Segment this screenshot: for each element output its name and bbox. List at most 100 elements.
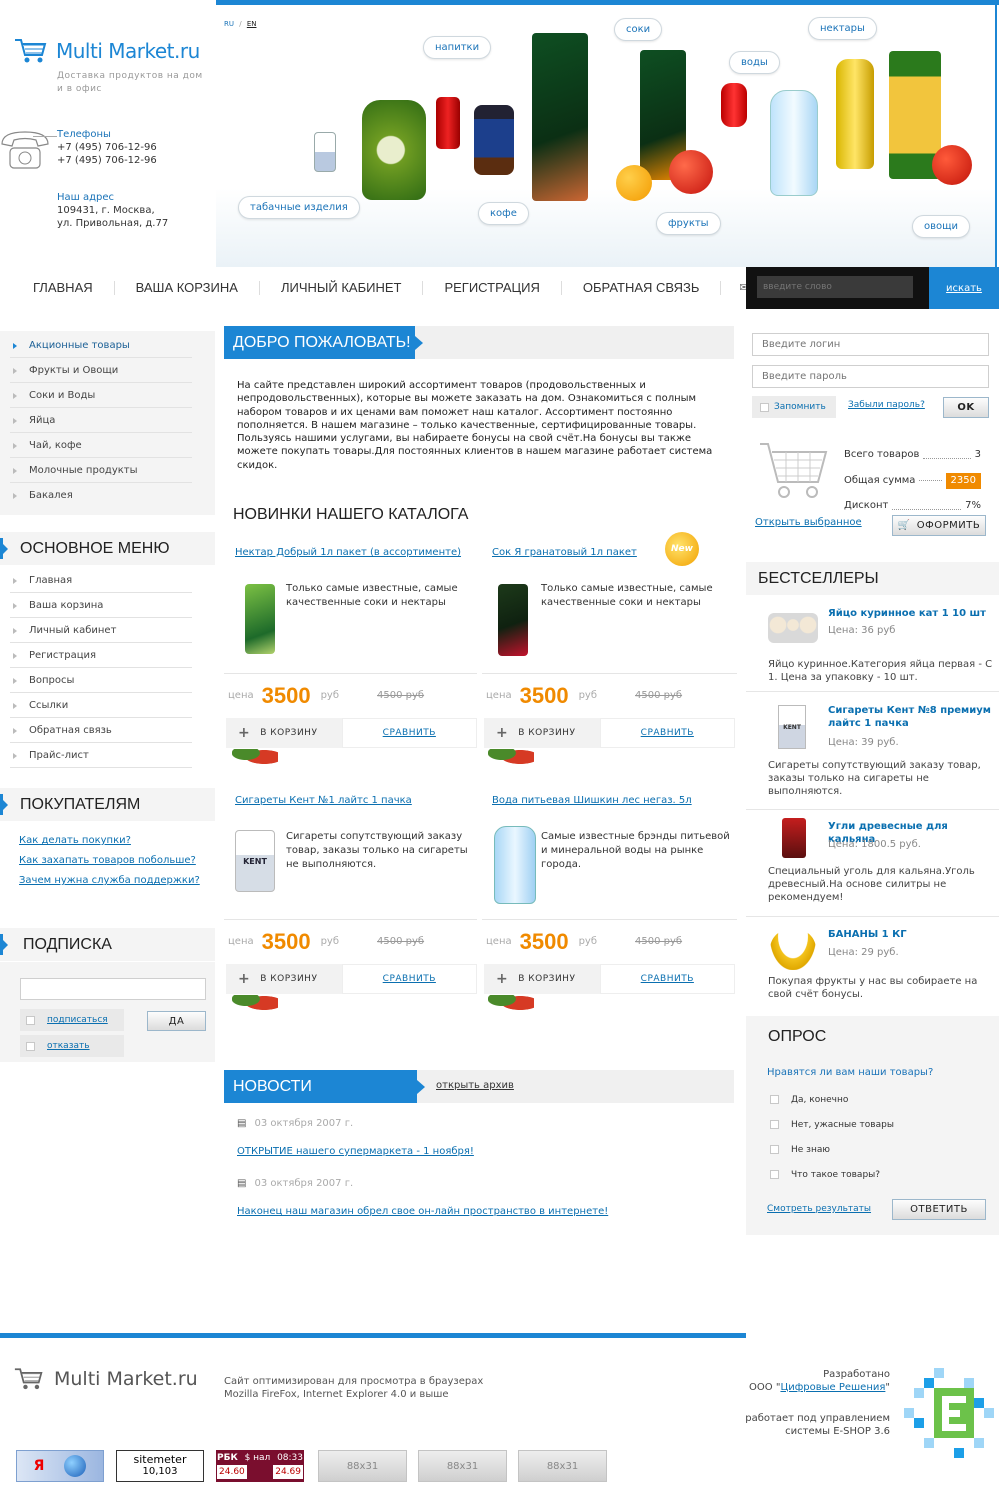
nav-account[interactable]: Личный кабинет <box>260 281 424 295</box>
subscribe-option[interactable]: подписаться <box>20 1009 124 1031</box>
sidebar-item-promo[interactable]: Акционные товары <box>10 333 192 358</box>
hero-label-coffee[interactable]: кофе <box>478 202 529 225</box>
logo[interactable]: Multi Market.ru <box>14 36 214 66</box>
nav-home[interactable]: Главная <box>0 281 115 295</box>
eshop-logo-icon[interactable] <box>904 1368 996 1460</box>
hero-label-fruits[interactable]: фрукты <box>656 212 721 235</box>
forgot-password-link[interactable]: Забыли пароль? <box>848 400 925 410</box>
nav-feedback[interactable]: Обратная связь <box>562 281 722 295</box>
remember-me[interactable]: Запомнить <box>752 396 836 418</box>
unsubscribe-checkbox[interactable] <box>26 1041 35 1051</box>
poll-radio[interactable] <box>770 1170 779 1179</box>
nav-cart[interactable]: Ваша корзина <box>115 281 260 295</box>
poll-radio[interactable] <box>770 1095 779 1104</box>
buyers-link-more-goods[interactable]: Как захапать товаров побольше? <box>19 855 196 866</box>
buyers-link-support[interactable]: Зачем нужна служба поддержки? <box>19 875 200 886</box>
banner-stub-2[interactable]: 88x31 <box>418 1450 507 1482</box>
menu-item-feedback[interactable]: Обратная связь <box>10 718 192 743</box>
open-selected-link[interactable]: Открыть выбранное <box>755 517 862 528</box>
sidebar-item-dairy[interactable]: Молочные продукты <box>10 458 192 483</box>
banner-stub-1[interactable]: 88x31 <box>318 1450 407 1482</box>
login-input[interactable] <box>752 333 989 356</box>
product-link-2[interactable]: Сок Я гранатовый 1л пакет <box>492 547 637 558</box>
bestseller-link-4[interactable]: БАНАНЫ 1 КГ <box>828 928 993 941</box>
compare-button[interactable]: СРАВНИТЬ <box>599 964 735 994</box>
product-link-4[interactable]: Вода питьевая Шишкин лес негаз. 5л <box>492 795 692 806</box>
news-link[interactable]: ОТКРЫТИЕ нашего супермаркета - 1 ноября! <box>237 1146 474 1157</box>
poll-radio[interactable] <box>770 1145 779 1154</box>
bestseller-link-2[interactable]: Сигареты Кент №8 премиум лайтс 1 пачка <box>828 704 993 730</box>
add-to-cart-button[interactable]: + В КОРЗИНУ <box>226 718 342 748</box>
compare-button[interactable]: СРАВНИТЬ <box>341 964 477 994</box>
footer-logo[interactable]: Multi Market.ru <box>14 1366 198 1392</box>
product-image-3[interactable]: KENT <box>235 830 275 892</box>
sidebar-item-fruits[interactable]: Фрукты и Овощи <box>10 358 192 383</box>
bestseller-image-eggs[interactable] <box>768 613 818 643</box>
poll-option-2[interactable]: Нет, ужасные товары <box>770 1113 894 1138</box>
menu-item-pricelist[interactable]: Прайс-лист <box>10 743 192 768</box>
news-link[interactable]: Наконец наш магазин обрел свое он-лайн п… <box>237 1206 608 1217</box>
rbc-banner[interactable]: РБК $ нал 08:33 24.60 24.69 <box>216 1450 304 1482</box>
bestseller-image-charcoal[interactable] <box>782 818 806 858</box>
menu-item-questions[interactable]: Вопросы <box>10 668 192 693</box>
sidebar-item-grocery[interactable]: Бакалея <box>10 483 192 508</box>
hero-label-juices[interactable]: соки <box>614 18 663 41</box>
news-archive-link[interactable]: открыть архив <box>436 1080 514 1091</box>
add-to-cart-button[interactable]: + В КОРЗИНУ <box>226 964 342 994</box>
cart-bar-2: + В КОРЗИНУ СРАВНИТЬ <box>484 718 735 748</box>
lang-en[interactable]: EN <box>247 20 257 28</box>
checkout-button[interactable]: 🛒 ОФОРМИТЬ <box>892 515 986 536</box>
bestseller-image-cigarettes[interactable]: KENT <box>778 705 806 749</box>
sitemeter-banner[interactable]: sitemeter 10,103 <box>116 1450 204 1482</box>
hero-label-vegetables[interactable]: овощи <box>912 215 971 238</box>
remember-checkbox[interactable] <box>760 402 769 412</box>
poll-answer-button[interactable]: ОТВЕТИТЬ <box>892 1199 986 1220</box>
hero-label-drinks[interactable]: напитки <box>423 36 492 59</box>
subscribe-email-input[interactable] <box>20 978 206 1000</box>
search-button[interactable]: искать <box>929 267 999 309</box>
compare-button[interactable]: СРАВНИТЬ <box>341 718 477 748</box>
product-image-1[interactable] <box>245 584 275 654</box>
menu-item-account[interactable]: Личный кабинет <box>10 618 192 643</box>
product-link-3[interactable]: Сигареты Кент №1 лайтс 1 пачка <box>235 795 412 806</box>
search-input[interactable] <box>757 276 913 298</box>
hero-label-nectars[interactable]: нектары <box>808 17 877 40</box>
add-to-cart-button[interactable]: + В КОРЗИНУ <box>484 964 600 994</box>
bestseller-link-1[interactable]: Яйцо куринное кат 1 10 шт <box>828 607 988 620</box>
sidebar-item-eggs[interactable]: Яйца <box>10 408 192 433</box>
menu-item-cart[interactable]: Ваша корзина <box>10 593 192 618</box>
password-input[interactable] <box>752 365 989 388</box>
plus-icon: + <box>496 971 509 987</box>
hero-label-water[interactable]: воды <box>729 51 780 74</box>
menu-item-home[interactable]: Главная <box>10 568 192 593</box>
product-image-2[interactable] <box>498 584 528 656</box>
news-date: 03 октября 2007 г. <box>254 1118 354 1129</box>
product-image-4[interactable] <box>494 826 536 904</box>
menu-item-links[interactable]: Ссылки <box>10 693 192 718</box>
sidebar-item-juices[interactable]: Соки и Воды <box>10 383 192 408</box>
bestseller-image-bananas[interactable] <box>770 928 816 970</box>
yandex-banner[interactable]: Я <box>16 1450 104 1482</box>
product-link-1[interactable]: Нектар Добрый 1л пакет (в ассортименте) <box>235 547 461 558</box>
poll-option-1[interactable]: Да, конечно <box>770 1088 894 1113</box>
add-to-cart-button[interactable]: + В КОРЗИНУ <box>484 718 600 748</box>
lang-ru[interactable]: RU <box>224 20 234 28</box>
poll-option-4[interactable]: Что такое товары? <box>770 1163 894 1188</box>
product-desc-2: Только самые известные, самые качественн… <box>541 583 713 608</box>
subscribe-checkbox[interactable] <box>26 1015 35 1025</box>
poll-option-3[interactable]: Не знаю <box>770 1138 894 1163</box>
poll-results-link[interactable]: Смотреть результаты <box>767 1204 871 1214</box>
hero-label-tobacco[interactable]: табачные изделия <box>238 196 360 219</box>
mayonnaise-image <box>362 100 426 200</box>
unsubscribe-option[interactable]: отказать <box>20 1035 124 1057</box>
menu-item-register[interactable]: Регистрация <box>10 643 192 668</box>
compare-button[interactable]: СРАВНИТЬ <box>599 718 735 748</box>
poll-radio[interactable] <box>770 1120 779 1129</box>
banner-stub-3[interactable]: 88x31 <box>518 1450 607 1482</box>
dev-company-link[interactable]: Цифровые Решения <box>780 1382 885 1393</box>
subscribe-button[interactable]: ДА <box>147 1011 206 1031</box>
sidebar-item-tea[interactable]: Чай, кофе <box>10 433 192 458</box>
nav-register[interactable]: Регистрация <box>423 281 562 295</box>
buyers-link-how-to-buy[interactable]: Как делать покупки? <box>19 835 131 846</box>
login-ok-button[interactable]: OK <box>943 397 989 418</box>
